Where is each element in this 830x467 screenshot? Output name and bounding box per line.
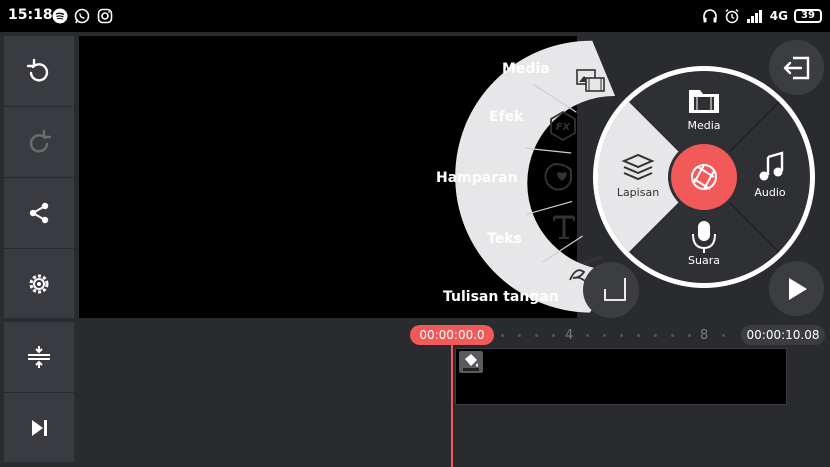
menu-item-media[interactable]: Media bbox=[502, 61, 550, 77]
wheel-label-suara: Suara bbox=[688, 254, 720, 267]
ruler-dot bbox=[637, 334, 640, 337]
ruler-dot bbox=[620, 334, 623, 337]
wheel-label-audio: Audio bbox=[754, 186, 786, 199]
ruler-dot bbox=[552, 334, 555, 337]
ruler-dot bbox=[688, 334, 691, 337]
current-time-badge[interactable]: 00:00:00.0 bbox=[410, 325, 494, 345]
fx-icon[interactable]: FX bbox=[550, 110, 576, 142]
text-icon[interactable] bbox=[553, 215, 575, 239]
menu-item-tulisan-tangan[interactable]: Tulisan tangan bbox=[443, 289, 559, 305]
record-button[interactable] bbox=[671, 144, 737, 210]
ruler-dot bbox=[722, 334, 725, 337]
clip-thumbnail bbox=[459, 351, 483, 373]
ruler-tick-8: 8 bbox=[700, 328, 709, 343]
menu-item-hamparan[interactable]: Hamparan bbox=[436, 170, 518, 186]
ruler-dot bbox=[518, 334, 521, 337]
ruler-dot bbox=[654, 334, 657, 337]
ruler-dot bbox=[586, 334, 589, 337]
preview-media-button[interactable] bbox=[583, 262, 639, 318]
playhead[interactable] bbox=[451, 344, 453, 467]
wheel-label-media: Media bbox=[687, 119, 721, 132]
video-clip[interactable] bbox=[455, 348, 787, 405]
svg-text:FX: FX bbox=[556, 122, 572, 133]
ruler-dot bbox=[671, 334, 674, 337]
ruler-dot bbox=[501, 334, 504, 337]
menu-item-efek[interactable]: Efek bbox=[489, 109, 523, 125]
menu-item-teks[interactable]: Teks bbox=[487, 231, 522, 247]
ruler-tick-4: 4 bbox=[565, 328, 574, 343]
paint-bucket-icon bbox=[463, 354, 479, 371]
sticker-icon[interactable] bbox=[544, 162, 572, 191]
end-time-badge: 00:00:10.08 bbox=[741, 325, 825, 345]
ruler-dot bbox=[603, 334, 606, 337]
menu-separator bbox=[526, 200, 573, 215]
ruler-dot bbox=[535, 334, 538, 337]
wheel-label-lapisan: Lapisan bbox=[616, 186, 660, 199]
